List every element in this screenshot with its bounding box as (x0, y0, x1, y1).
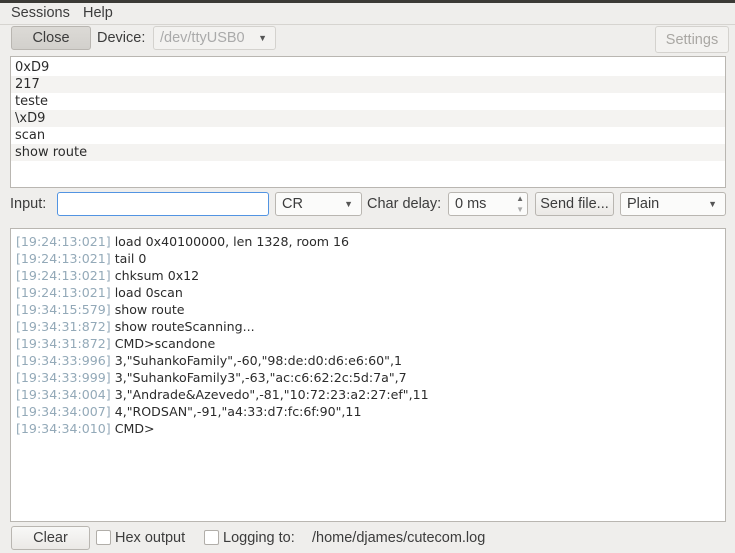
log-timestamp: [19:34:34:004] (16, 387, 111, 402)
log-line: [19:34:34:007] 4,"RODSAN",-91,"a4:33:d7:… (16, 403, 725, 420)
output-log[interactable]: [19:24:13:021] load 0x40100000, len 1328… (10, 228, 726, 522)
chevron-down-icon: ▼ (708, 199, 717, 209)
chevron-down-icon: ▼ (258, 33, 267, 43)
log-timestamp: [19:34:15:579] (16, 302, 111, 317)
log-text: CMD>scandone (114, 336, 216, 351)
log-timestamp: [19:34:31:872] (16, 319, 111, 334)
char-delay-value: 0 ms (455, 196, 487, 212)
menu-divider (0, 24, 735, 25)
logging-label: Logging to: (223, 530, 295, 546)
log-timestamp: [19:24:13:021] (16, 268, 111, 283)
log-text: 3,"SuhankoFamily",-60,"98:de:d0:d6:e6:60… (114, 353, 402, 368)
close-button[interactable]: Close (11, 26, 91, 50)
log-timestamp: [19:34:33:999] (16, 370, 111, 385)
log-line: [19:34:31:872] show routeScanning... (16, 318, 725, 335)
history-item[interactable]: show route (11, 144, 725, 161)
device-label: Device: (97, 30, 146, 46)
log-text: 3,"SuhankoFamily3",-63,"ac:c6:62:2c:5d:7… (114, 370, 407, 385)
log-text: 3,"Andrade&Azevedo",-81,"10:72:23:a2:27:… (114, 387, 429, 402)
device-value: /dev/ttyUSB0 (160, 30, 245, 46)
input-label: Input: (10, 196, 47, 212)
log-text: tail 0 (114, 251, 147, 266)
log-line: [19:34:34:004] 3,"Andrade&Azevedo",-81,"… (16, 386, 725, 403)
log-path: /home/djames/cutecom.log (312, 530, 486, 546)
char-delay-label: Char delay: (367, 196, 442, 212)
log-line: [19:24:13:021] load 0x40100000, len 1328… (16, 233, 725, 250)
log-timestamp: [19:34:34:007] (16, 404, 111, 419)
history-item[interactable]: 0xD9 (11, 59, 725, 76)
log-text: CMD> (114, 421, 155, 436)
format-combo[interactable]: Plain ▼ (620, 192, 726, 216)
device-combo[interactable]: /dev/ttyUSB0 ▼ (153, 26, 276, 50)
log-timestamp: [19:24:13:021] (16, 251, 111, 266)
log-text: show route (114, 302, 185, 317)
log-line: [19:24:13:021] chksum 0x12 (16, 267, 725, 284)
log-timestamp: [19:24:13:021] (16, 285, 111, 300)
log-line: [19:34:34:010] CMD> (16, 420, 725, 437)
log-timestamp: [19:24:13:021] (16, 234, 111, 249)
log-text: load 0x40100000, len 1328, room 16 (114, 234, 350, 249)
menu-sessions[interactable]: Sessions (11, 5, 70, 21)
log-timestamp: [19:34:31:872] (16, 336, 111, 351)
window-top-border (0, 0, 735, 3)
log-line: [19:24:13:021] tail 0 (16, 250, 725, 267)
line-end-combo[interactable]: CR ▼ (275, 192, 362, 216)
log-text: load 0scan (114, 285, 183, 300)
hex-output-label: Hex output (115, 530, 186, 546)
history-item[interactable]: teste (11, 93, 725, 110)
spin-down-icon[interactable]: ▼ (516, 205, 524, 214)
history-list[interactable]: 0xD9 217 teste \xD9 scan show route (10, 56, 726, 188)
input-field[interactable] (57, 192, 269, 216)
history-item[interactable]: 217 (11, 76, 725, 93)
log-line: [19:24:13:021] load 0scan (16, 284, 725, 301)
log-line: [19:34:31:872] CMD>scandone (16, 335, 725, 352)
clear-button[interactable]: Clear (11, 526, 90, 550)
send-file-button[interactable]: Send file... (535, 192, 614, 216)
history-item[interactable]: \xD9 (11, 110, 725, 127)
log-timestamp: [19:34:33:996] (16, 353, 111, 368)
settings-button[interactable]: Settings (655, 26, 729, 53)
spin-up-icon[interactable]: ▲ (516, 194, 524, 203)
history-item[interactable]: scan (11, 127, 725, 144)
log-text: 4,"RODSAN",-91,"a4:33:d7:fc:6f:90",11 (114, 404, 362, 419)
line-end-value: CR (282, 196, 303, 212)
log-timestamp: [19:34:34:010] (16, 421, 111, 436)
logging-checkbox[interactable] (204, 530, 219, 545)
hex-output-checkbox[interactable] (96, 530, 111, 545)
log-line: [19:34:33:996] 3,"SuhankoFamily",-60,"98… (16, 352, 725, 369)
log-text: show routeScanning... (114, 319, 255, 334)
log-line: [19:34:33:999] 3,"SuhankoFamily3",-63,"a… (16, 369, 725, 386)
char-delay-spinbox[interactable]: 0 ms ▲ ▼ (448, 192, 528, 216)
chevron-down-icon: ▼ (344, 199, 353, 209)
format-value: Plain (627, 196, 660, 212)
log-line: [19:34:15:579] show route (16, 301, 725, 318)
log-text: chksum 0x12 (114, 268, 200, 283)
menu-help[interactable]: Help (83, 5, 113, 21)
